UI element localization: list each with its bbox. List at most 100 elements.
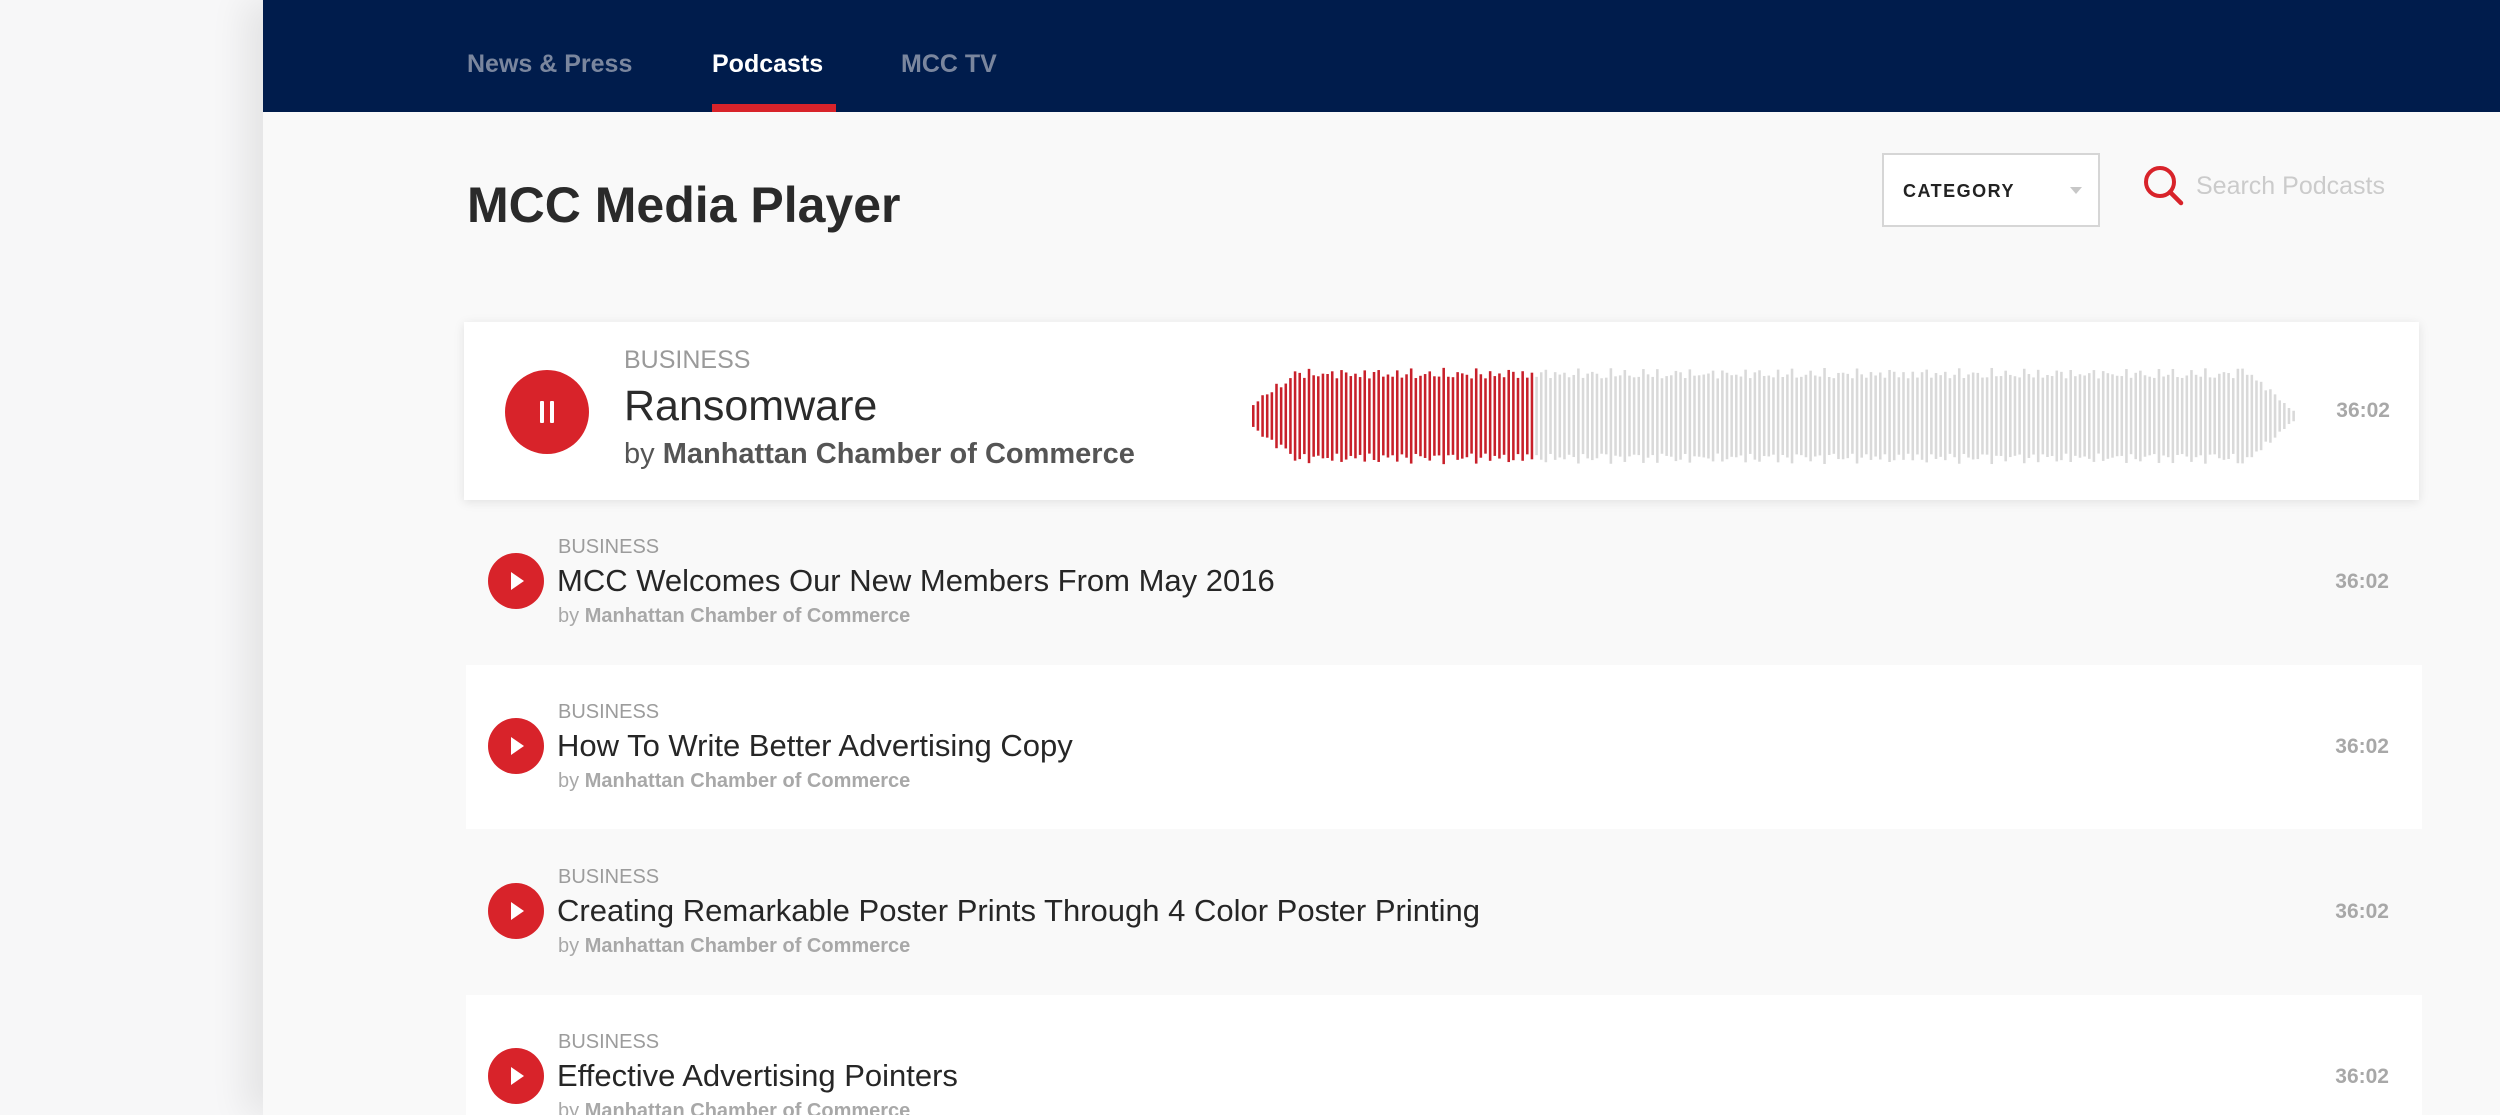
episode-title[interactable]: Creating Remarkable Poster Prints Throug…: [557, 893, 1480, 929]
waveform-bar: [2009, 374, 2012, 458]
waveform-bar: [2032, 377, 2035, 455]
waveform-bar: [1697, 375, 1701, 457]
waveform-bar: [1344, 372, 1348, 460]
chevron-down-icon: [2070, 187, 2082, 194]
waveform-bar: [1609, 368, 1613, 464]
episode-row: BUSINESS How To Write Better Advertising…: [466, 665, 2422, 829]
waveform-bar: [2106, 373, 2110, 459]
waveform-bar: [1312, 375, 1315, 457]
episode-duration: 36:02: [2335, 735, 2389, 758]
waveform-bar: [2074, 376, 2077, 456]
episode-author: by Manhattan Chamber of Commerce: [558, 935, 910, 958]
now-playing-category: BUSINESS: [624, 346, 751, 374]
waveform-bar: [1865, 377, 1868, 455]
waveform-bar: [1688, 369, 1692, 463]
waveform-bar: [1293, 371, 1297, 461]
waveform-bar: [1451, 377, 1455, 455]
waveform-bar: [2078, 374, 2082, 458]
audio-waveform-seekbar[interactable]: [1252, 356, 2297, 476]
waveform-bar: [1813, 375, 1817, 457]
waveform-bar: [1512, 371, 1515, 461]
category-dropdown[interactable]: CATEGORY: [1882, 153, 2100, 227]
episode-title[interactable]: Effective Advertising Pointers: [557, 1058, 958, 1094]
pause-button[interactable]: [505, 370, 589, 454]
waveform-bar: [2088, 373, 2091, 459]
waveform-bar: [1549, 378, 1552, 454]
waveform-bar: [1382, 376, 1385, 456]
page-title: MCC Media Player: [467, 177, 901, 233]
waveform-bar: [2176, 377, 2179, 455]
waveform-bar: [1623, 370, 1627, 462]
waveform-bar: [1934, 373, 1938, 459]
waveform-bar: [1739, 376, 1743, 456]
waveform-bar: [2050, 376, 2054, 456]
waveform-bar: [1493, 376, 1497, 456]
waveform-bar: [1535, 376, 1538, 456]
waveform-bar: [1651, 376, 1654, 456]
active-tab-indicator: [712, 104, 836, 112]
waveform-bar: [1776, 369, 1780, 463]
waveform-bar: [1395, 370, 1399, 462]
waveform-bar: [1428, 371, 1432, 461]
waveform-bar: [1558, 374, 1562, 458]
waveform-bar: [1744, 369, 1747, 463]
pause-icon: [540, 401, 554, 423]
waveform-bar: [2111, 374, 2114, 458]
waveform-bar: [2166, 374, 2170, 458]
waveform-bar: [1349, 376, 1353, 456]
waveform-bar: [1995, 376, 1998, 456]
waveform-bar: [1823, 368, 1826, 464]
play-button[interactable]: [488, 718, 544, 774]
play-icon: [511, 737, 524, 755]
waveform-bar: [1772, 377, 1775, 455]
search-input[interactable]: [2196, 166, 2436, 206]
waveform-bar: [1646, 374, 1650, 458]
play-button[interactable]: [488, 1048, 544, 1104]
waveform-bar: [1693, 375, 1696, 457]
waveform-bar: [1595, 373, 1599, 459]
waveform-bar: [1985, 377, 1989, 455]
by-prefix: by: [558, 770, 580, 792]
waveform-bar: [1953, 374, 1956, 458]
now-playing-author: by Manhattan Chamber of Commerce: [624, 438, 1135, 471]
search-icon[interactable]: [2139, 162, 2187, 210]
waveform-bar: [1906, 378, 1910, 454]
episode-title[interactable]: MCC Welcomes Our New Members From May 20…: [557, 563, 1275, 599]
waveform-bar: [2259, 381, 2263, 451]
waveform-bar: [1948, 378, 1952, 454]
waveform-bar: [1502, 377, 1506, 455]
waveform-bar: [2115, 375, 2119, 457]
waveform-bar: [1405, 374, 1408, 458]
waveform-bar: [1270, 392, 1274, 440]
waveform-bar: [1354, 373, 1357, 459]
waveform-bar: [1581, 377, 1585, 455]
waveform-bar: [1967, 374, 1970, 458]
tab-mcc-tv[interactable]: MCC TV: [901, 50, 997, 79]
waveform-bar: [1957, 368, 1961, 464]
waveform-bar: [2287, 408, 2291, 424]
episode-duration: 36:02: [2335, 1065, 2389, 1088]
waveform-bar: [1841, 372, 1845, 460]
episode-author: by Manhattan Chamber of Commerce: [558, 605, 910, 628]
waveform-bar: [1521, 371, 1524, 461]
waveform-bar: [1790, 368, 1794, 464]
waveform-bar: [1976, 372, 1980, 460]
waveform-bar: [1930, 377, 1933, 455]
episode-title[interactable]: How To Write Better Advertising Copy: [557, 728, 1073, 764]
waveform-bar: [1809, 370, 1812, 462]
tab-news-press[interactable]: News & Press: [467, 50, 632, 79]
play-button[interactable]: [488, 553, 544, 609]
waveform-bar: [1275, 383, 1278, 449]
waveform-bar: [1665, 376, 1668, 456]
now-playing-title: Ransomware: [624, 382, 878, 430]
category-dropdown-label: CATEGORY: [1903, 181, 2016, 201]
waveform-bar: [2041, 377, 2045, 455]
waveform-bar: [2278, 400, 2281, 432]
episode-row: BUSINESS Effective Advertising Pointers …: [466, 995, 2422, 1115]
tab-podcasts[interactable]: Podcasts: [712, 50, 823, 79]
waveform-bar: [2208, 377, 2212, 455]
author-name: Manhattan Chamber of Commerce: [584, 1100, 911, 1115]
waveform-bar: [2143, 375, 2147, 457]
waveform-bar: [1716, 378, 1719, 454]
play-button[interactable]: [488, 883, 544, 939]
